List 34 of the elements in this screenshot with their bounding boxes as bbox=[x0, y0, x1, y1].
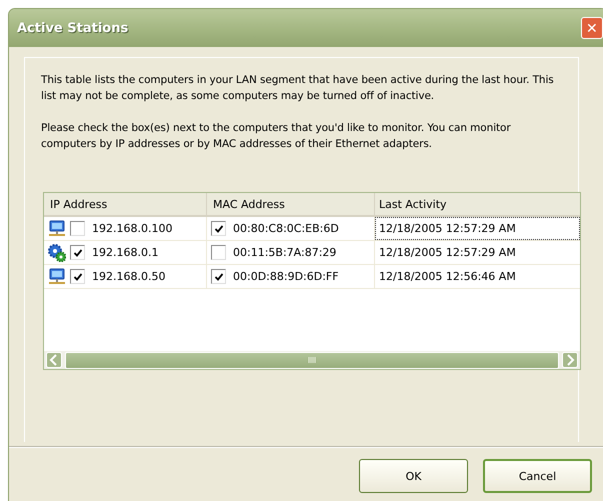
close-button[interactable]: ✕ bbox=[581, 17, 603, 39]
scroll-left-button[interactable] bbox=[46, 352, 62, 368]
ip-address: 192.168.0.50 bbox=[92, 270, 166, 283]
ip-address: 192.168.0.100 bbox=[92, 222, 172, 235]
check-mark-icon bbox=[72, 248, 82, 258]
gears-icon bbox=[48, 244, 66, 262]
column-header[interactable]: MAC Address bbox=[207, 193, 375, 215]
description-text: Please check the box(es) next to the computers that you'd like to monitor. You can monitor computers by IP addresses or by MAC addresses of their Ethernet adapters. bbox=[41, 121, 512, 152]
window-title: Active Stations bbox=[17, 20, 130, 36]
last-activity: 12/18/2005 12:57:29 AM bbox=[378, 245, 517, 261]
mac-address: 00:80:C8:0C:EB:6D bbox=[233, 222, 339, 235]
mac-address: 00:11:5B:7A:87:29 bbox=[233, 246, 336, 259]
dialog-button[interactable]: OK bbox=[359, 459, 468, 493]
check-mark-icon bbox=[214, 224, 224, 234]
ip-address: 192.168.0.1 bbox=[92, 246, 158, 259]
last-activity: 12/18/2005 12:57:29 AM bbox=[375, 217, 580, 240]
checkbox[interactable] bbox=[70, 269, 85, 284]
description-text: This table lists the computers in your LAN segment that have been active during the last hour. This list may not be complete, as some computers may be turned off of inactive. bbox=[41, 73, 555, 104]
check-mark-icon bbox=[214, 272, 224, 282]
checkbox[interactable] bbox=[70, 221, 85, 236]
column-header[interactable]: Last Activity bbox=[375, 193, 580, 215]
mac-address: 00:0D:88:9D:6D:FF bbox=[233, 270, 339, 283]
computer-icon bbox=[48, 220, 66, 238]
dialog-button[interactable]: Cancel bbox=[483, 459, 592, 493]
last-activity: 12/18/2005 12:56:46 AM bbox=[378, 269, 517, 285]
computer-icon bbox=[48, 268, 66, 286]
scroll-right-button[interactable] bbox=[562, 352, 578, 368]
grip-icon bbox=[308, 356, 316, 364]
check-mark-icon bbox=[72, 272, 82, 282]
checkbox[interactable] bbox=[211, 221, 226, 236]
checkbox[interactable] bbox=[211, 269, 226, 284]
checkbox[interactable] bbox=[211, 245, 226, 260]
checkbox[interactable] bbox=[70, 245, 85, 260]
column-header[interactable]: IP Address bbox=[44, 193, 207, 215]
